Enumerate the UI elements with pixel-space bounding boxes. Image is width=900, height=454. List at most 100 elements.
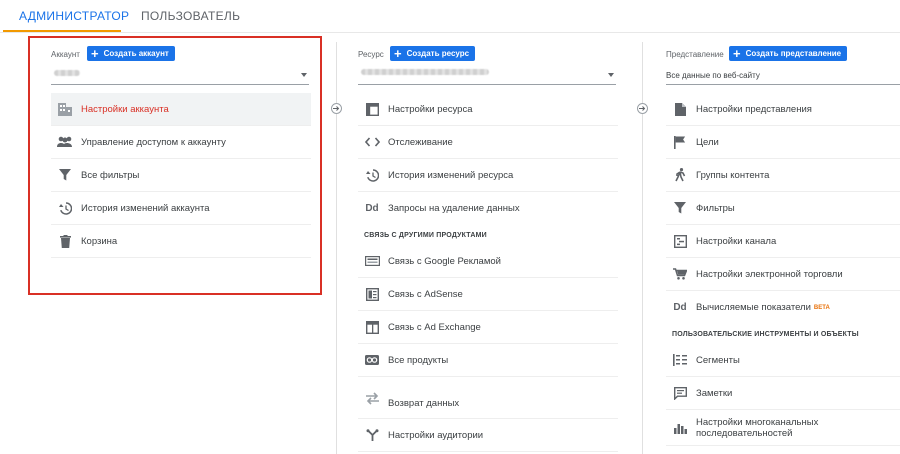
menu-item-postbacks[interactable]: Возврат данных: [358, 377, 618, 419]
account-label: Аккаунт: [51, 50, 80, 59]
dd-icon: Dd: [365, 203, 379, 214]
channel-icon: [669, 230, 691, 252]
menu-item-calculated-metrics[interactable]: Dd Вычисляемые показатели BETA: [666, 291, 900, 324]
menu-item-label: Заметки: [696, 387, 733, 399]
menu-item-label: Корзина: [81, 235, 118, 247]
property-menu: Настройки ресурса Отслеживание История и…: [358, 93, 618, 452]
view-label: Представление: [666, 50, 724, 59]
document-icon: [669, 98, 691, 120]
history-icon: [361, 164, 383, 186]
account-menu: Настройки аккаунта Управление доступом к…: [51, 93, 311, 258]
menu-item-label: Управление доступом к аккаунту: [81, 136, 226, 148]
view-menu: Настройки представления Цели Группы конт…: [666, 93, 900, 446]
adexchange-icon: [361, 316, 383, 338]
create-account-button[interactable]: + Создать аккаунт: [87, 46, 175, 61]
create-property-button[interactable]: + Создать ресурс: [390, 46, 476, 61]
menu-item-access-management[interactable]: Управление доступом к аккаунту: [51, 126, 311, 159]
link-icon: [361, 349, 383, 371]
menu-item-label: Группы контента: [696, 169, 770, 181]
walking-icon: [669, 164, 691, 186]
menu-item-label: История изменений ресурса: [388, 169, 514, 181]
menu-item-ecommerce-settings[interactable]: Настройки электронной торговли: [666, 258, 900, 291]
create-view-button[interactable]: + Создать представление: [729, 46, 848, 61]
ads-icon: [361, 250, 383, 272]
property-label: Ресурс: [358, 50, 384, 59]
menu-item-content-grouping[interactable]: Группы контента: [666, 159, 900, 192]
view-select[interactable]: [666, 84, 900, 85]
plus-icon: +: [733, 46, 741, 61]
tab-user[interactable]: ПОЛЬЗОВАТЕЛЬ: [141, 9, 240, 23]
menu-item-label: Фильтры: [696, 202, 735, 214]
menu-item-segments[interactable]: Сегменты: [666, 344, 900, 377]
arrow-right-icon: [331, 103, 342, 114]
menu-item-label: Связь с Google Рекламой: [388, 255, 501, 267]
account-select[interactable]: [51, 84, 309, 85]
flag-icon: [669, 131, 691, 153]
menu-item-label: Связь с AdSense: [388, 288, 463, 300]
menu-item-label: История изменений аккаунта: [81, 202, 210, 214]
menu-item-property-settings[interactable]: Настройки ресурса: [358, 93, 618, 126]
segments-icon: [669, 349, 691, 371]
history-icon: [54, 197, 76, 219]
window-icon: [361, 98, 383, 120]
plus-icon: +: [91, 46, 99, 61]
menu-item-label: Настройки электронной торговли: [696, 268, 843, 280]
menu-item-label: Все продукты: [388, 354, 449, 366]
menu-item-label: Запросы на удаление данных: [388, 203, 520, 214]
view-selected-value: Все данные по веб-сайту: [666, 71, 760, 80]
property-dropdown-caret-icon[interactable]: [608, 73, 614, 77]
menu-item-tracking[interactable]: Отслеживание: [358, 126, 618, 159]
menu-item-trash[interactable]: Корзина: [51, 225, 311, 258]
create-property-label: Создать ресурс: [406, 49, 470, 58]
arrow-right-icon: [637, 103, 648, 114]
menu-item-view-settings[interactable]: Настройки представления: [666, 93, 900, 126]
menu-item-label: Настройки канала: [696, 235, 777, 247]
comment-icon: [669, 382, 691, 404]
menu-item-view-filters[interactable]: Фильтры: [666, 192, 900, 225]
swap-icon: [361, 387, 383, 409]
menu-item-label: Связь с Ad Exchange: [388, 321, 481, 333]
adsense-icon: [361, 283, 383, 305]
menu-item-audience-settings[interactable]: Настройки аудитории: [358, 419, 618, 452]
create-account-label: Создать аккаунт: [103, 49, 169, 58]
menu-item-label-line2: последовательностей: [696, 427, 793, 439]
menu-item-label: Отслеживание: [388, 136, 453, 148]
tab-admin[interactable]: АДМИНИСТРАТОР: [19, 9, 129, 23]
menu-item-google-ads-link[interactable]: Связь с Google Рекламой: [358, 245, 618, 278]
menu-item-goals[interactable]: Цели: [666, 126, 900, 159]
menu-item-account-history[interactable]: История изменений аккаунта: [51, 192, 311, 225]
menu-item-adexchange-link[interactable]: Связь с Ad Exchange: [358, 311, 618, 344]
section-title-product-linking: СВЯЗЬ С ДРУГИМИ ПРОДУКТАМИ: [364, 231, 487, 239]
menu-item-channel-settings[interactable]: Настройки канала: [666, 225, 900, 258]
menu-item-label: Настройки многоканальных последовательно…: [696, 417, 818, 439]
dd-icon: Dd: [673, 302, 687, 313]
menu-item-property-history[interactable]: История изменений ресурса: [358, 159, 618, 192]
menu-item-label: Все фильтры: [81, 169, 140, 181]
cart-icon: [669, 263, 691, 285]
people-icon: [54, 131, 76, 153]
menu-item-label: Возврат данных: [388, 398, 460, 409]
account-selected-value: [54, 70, 80, 76]
menu-item-mcf-settings[interactable]: Настройки многоканальных последовательно…: [666, 410, 900, 446]
menu-item-annotations[interactable]: Заметки: [666, 377, 900, 410]
menu-item-label: Цели: [696, 136, 719, 148]
menu-item-label: Сегменты: [696, 354, 740, 366]
section-title-custom-tools: ПОЛЬЗОВАТЕЛЬСКИЕ ИНСТРУМЕНТЫ И ОБЪЕКТЫ: [672, 330, 859, 338]
menu-item-label: Настройки ресурса: [388, 103, 473, 115]
property-select[interactable]: [358, 84, 616, 85]
plus-icon: +: [394, 46, 402, 61]
property-selected-value: [361, 69, 489, 75]
account-dropdown-caret-icon[interactable]: [301, 73, 307, 77]
menu-item-adsense-link[interactable]: Связь с AdSense: [358, 278, 618, 311]
menu-item-all-filters[interactable]: Все фильтры: [51, 159, 311, 192]
beta-badge: BETA: [813, 304, 830, 311]
menu-item-label: Настройки аудитории: [388, 429, 484, 441]
menu-item-label: Настройки аккаунта: [81, 103, 169, 115]
menu-item-account-settings[interactable]: Настройки аккаунта: [51, 93, 311, 126]
code-icon: [361, 131, 383, 153]
trash-icon: [54, 230, 76, 252]
menu-item-all-products[interactable]: Все продукты: [358, 344, 618, 377]
audience-icon: [361, 424, 383, 446]
admin-tabs: АДМИНИСТРАТОР ПОЛЬЗОВАТЕЛЬ: [0, 0, 900, 33]
menu-item-data-deletion[interactable]: Dd Запросы на удаление данных: [358, 192, 618, 225]
